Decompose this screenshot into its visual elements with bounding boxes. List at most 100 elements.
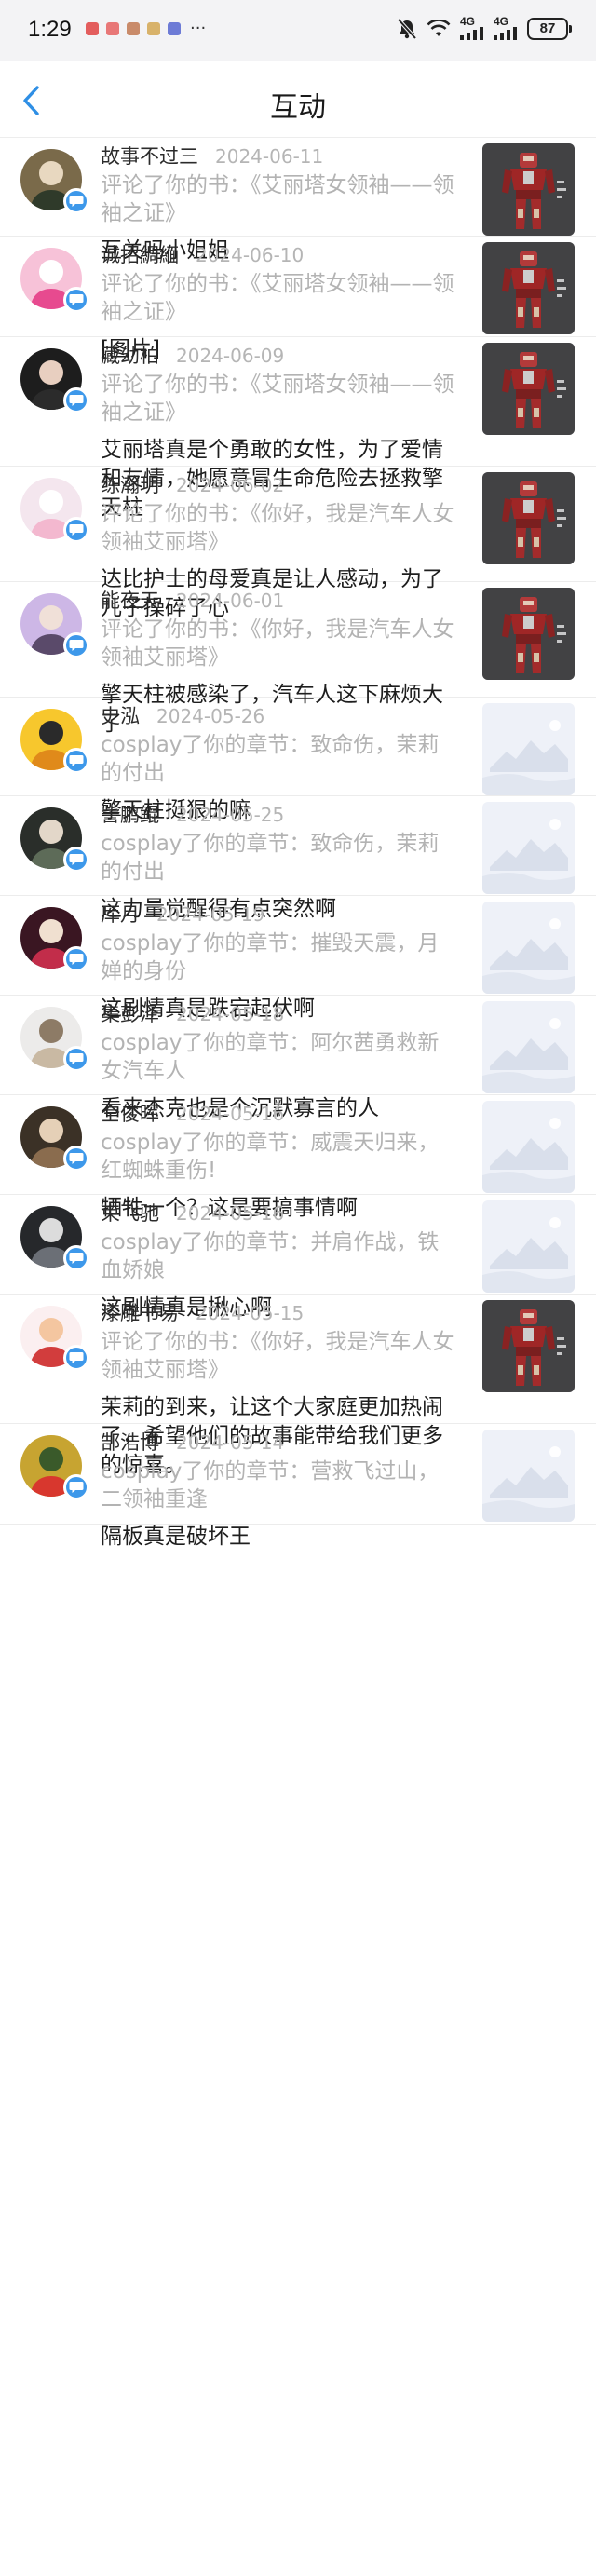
network-label: 4G (494, 15, 509, 28)
book-cover-thumbnail[interactable] (482, 472, 575, 564)
chat-bubble-icon (63, 1245, 89, 1271)
avatar[interactable] (20, 248, 89, 313)
user-line: 藏幼柏 2024-06-09 (101, 341, 284, 369)
image-placeholder-icon[interactable] (482, 1001, 575, 1093)
comment-text: 隔板真是破坏王 (101, 1525, 251, 1549)
list-item[interactable]: 史泓 2024-05-26 cosplay了你的章节：致命伤，茉莉的付出 擎天柱挺狠的… (0, 698, 596, 822)
timestamp: 2024-05-14 (176, 1431, 285, 1454)
username[interactable]: 藏幼柏 (101, 341, 159, 369)
action-text: 评论了你的书：《你好，我是汽车人女领袖艾丽塔》 (101, 1330, 454, 1382)
top-nav-bar: 互动 (0, 61, 596, 138)
username[interactable]: 漆雕书易 (101, 1298, 179, 1326)
list-item[interactable]: 练瀚玥 2024-06-02 评论了你的书：《你好，我是汽车人女领袖艾丽塔》 达比护士… (0, 467, 596, 620)
list-item[interactable]: 藏幼柏 2024-06-09 评论了你的书：《艾丽塔女领袖——领袖之证》 艾丽塔真是个… (0, 337, 596, 520)
book-cover-thumbnail[interactable] (482, 343, 575, 435)
action-text: cosplay了你的章节：威震天归来，红蜘蛛重伤! (101, 1131, 440, 1183)
avatar[interactable] (20, 478, 89, 543)
action-text: 评论了你的书：《艾丽塔女领袖——领袖之证》 (101, 173, 454, 225)
timestamp: 2024-06-01 (176, 590, 285, 612)
list-item[interactable]: 束飞驰 2024-05-16 cosplay了你的章节：并肩作战，铁血娇娘 这剧情真是… (0, 1195, 596, 1320)
image-placeholder-icon[interactable] (482, 802, 575, 894)
username[interactable]: 练瀚玥 (101, 470, 159, 498)
page-title: 互动 (270, 91, 326, 124)
notification-icons: ··· (86, 19, 207, 38)
signal-icon (494, 27, 517, 40)
image-placeholder-icon[interactable] (482, 1430, 575, 1522)
timestamp: 2024-05-19 (156, 903, 265, 926)
action-text: cosplay了你的章节：阿尔茜勇救新女汽车人 (101, 1031, 440, 1083)
user-line: 故事不过三 2024-06-11 (101, 142, 323, 169)
image-placeholder-icon[interactable] (482, 703, 575, 795)
chat-bubble-icon (63, 946, 89, 972)
list-item[interactable]: 仝俊晖 2024-05-16 cosplay了你的章节：威震天归来，红蜘蛛重伤! 牺牲… (0, 1095, 596, 1220)
avatar[interactable] (20, 593, 89, 658)
username[interactable]: 訾鹏鲲 (101, 800, 159, 828)
list-item[interactable]: 訾鹏鲲 2024-05-25 cosplay了你的章节：致命伤，茉莉的付出 这力量觉醒… (0, 796, 596, 921)
list-item[interactable]: 集彭泽 2024-05-18 cosplay了你的章节：阿尔茜勇救新女汽车人 看来杰克… (0, 996, 596, 1120)
timestamp: 2024-06-10 (196, 244, 305, 266)
list-item[interactable]: 能夜天 2024-06-01 评论了你的书：《你好，我是汽车人女领袖艾丽塔》 擎天柱被… (0, 582, 596, 736)
back-button[interactable] (13, 82, 50, 119)
list-item[interactable]: 故事不过三 2024-06-11 评论了你的书：《艾丽塔女领袖——领袖之证》 互关吗小… (0, 138, 596, 263)
username[interactable]: 郜浩博 (101, 1428, 159, 1456)
avatar[interactable] (20, 1106, 89, 1172)
chat-bubble-icon (63, 632, 89, 658)
timestamp: 2024-05-25 (176, 804, 285, 826)
more-notifications-icon: ··· (190, 19, 207, 38)
avatar[interactable] (20, 149, 89, 214)
timestamp: 2024-05-16 (176, 1103, 285, 1125)
list-item[interactable]: 诚招綢緬 2024-06-10 评论了你的书：《艾丽塔女领袖——领袖之证》 [图片] (0, 237, 596, 361)
username[interactable]: 厍月 (101, 900, 140, 928)
avatar[interactable] (20, 709, 89, 774)
timestamp: 2024-06-11 (215, 145, 324, 168)
timestamp: 2024-05-16 (176, 1202, 285, 1225)
book-cover-thumbnail[interactable] (482, 588, 575, 680)
action-text: cosplay了你的章节：摧毁天震，月婵的身份 (101, 931, 440, 983)
avatar[interactable] (20, 1306, 89, 1371)
avatar[interactable] (20, 1435, 89, 1500)
chat-bubble-icon (63, 517, 89, 543)
network-label: 4G (460, 15, 476, 28)
user-line: 练瀚玥 2024-06-02 (101, 470, 284, 498)
username[interactable]: 能夜天 (101, 586, 159, 614)
username[interactable]: 史泓 (101, 701, 140, 729)
username[interactable]: 集彭泽 (101, 999, 159, 1027)
chat-bubble-icon (63, 1146, 89, 1172)
status-bar: 1:29 ··· 4G 4G 87 (0, 0, 596, 61)
avatar[interactable] (20, 1206, 89, 1271)
image-placeholder-icon[interactable] (482, 1200, 575, 1293)
list-item[interactable]: 漆雕书易 2024-05-15 评论了你的书：《你好，我是汽车人女领袖艾丽塔》 茉莉的… (0, 1295, 596, 1477)
signal-icon (460, 27, 483, 40)
username[interactable]: 故事不过三 (101, 142, 198, 169)
user-line: 史泓 2024-05-26 (101, 701, 264, 729)
chevron-left-icon (23, 86, 39, 115)
avatar[interactable] (20, 1007, 89, 1072)
list-item[interactable]: 郜浩博 2024-05-14 cosplay了你的章节：营救飞过山，二领袖重逢 隔板真… (0, 1424, 596, 1549)
list-item[interactable]: 厍月 2024-05-19 cosplay了你的章节：摧毁天震，月婵的身份 这剧情真是… (0, 896, 596, 1021)
user-line: 束飞驰 2024-05-16 (101, 1199, 284, 1227)
avatar[interactable] (20, 907, 89, 972)
chat-bubble-icon (63, 1474, 89, 1500)
user-line: 能夜天 2024-06-01 (101, 586, 284, 614)
avatar[interactable] (20, 807, 89, 873)
avatar[interactable] (20, 348, 89, 414)
book-cover-thumbnail[interactable] (482, 242, 575, 334)
book-cover-thumbnail[interactable] (482, 1300, 575, 1392)
image-placeholder-icon[interactable] (482, 902, 575, 994)
chat-bubble-icon (63, 387, 89, 414)
username[interactable]: 仝俊晖 (101, 1099, 159, 1127)
app-notification-icon (86, 22, 99, 35)
username[interactable]: 诚招綢緬 (101, 240, 179, 268)
action-text: 评论了你的书：《艾丽塔女领袖——领袖之证》 (101, 272, 454, 324)
timestamp: 2024-06-02 (176, 474, 285, 496)
chat-bubble-icon (63, 748, 89, 774)
timestamp: 2024-06-09 (176, 345, 285, 367)
action-text: cosplay了你的章节：致命伤，茉莉的付出 (101, 832, 440, 884)
action-text: cosplay了你的章节：并肩作战，铁血娇娘 (101, 1230, 440, 1282)
book-cover-thumbnail[interactable] (482, 143, 575, 236)
timestamp: 2024-05-18 (176, 1003, 285, 1025)
user-line: 郜浩博 2024-05-14 (101, 1428, 284, 1456)
username[interactable]: 束飞驰 (101, 1199, 159, 1227)
image-placeholder-icon[interactable] (482, 1101, 575, 1193)
user-line: 集彭泽 2024-05-18 (101, 999, 284, 1027)
